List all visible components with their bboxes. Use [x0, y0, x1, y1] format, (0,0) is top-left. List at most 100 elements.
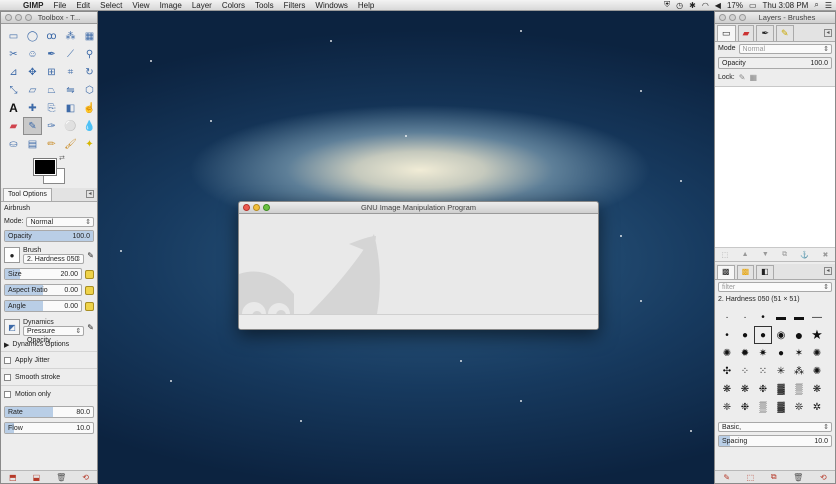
eraser-icon[interactable]: ▰ — [4, 117, 23, 135]
ellipse-select-icon[interactable]: ◯ — [23, 27, 42, 45]
spacing-slider[interactable]: Spacing 10.0 — [718, 435, 832, 447]
raise-layer-icon[interactable]: ▲ — [742, 251, 749, 258]
menu-colors[interactable]: Colors — [217, 0, 250, 11]
heal-icon[interactable]: ✚ — [23, 99, 42, 117]
brush-item[interactable]: ▒ — [754, 398, 772, 416]
duplicate-layer-icon[interactable]: ⧉ — [782, 251, 787, 259]
zoom-button[interactable] — [25, 14, 32, 21]
angle-slider[interactable]: Angle 0.00 — [4, 300, 82, 312]
delete-brush-icon[interactable]: 🗑 — [793, 473, 803, 482]
refresh-brushes-icon[interactable]: ⟲ — [820, 473, 827, 482]
brush-item[interactable]: ✷ — [754, 344, 772, 362]
menu-windows[interactable]: Windows — [310, 0, 352, 11]
brush-item[interactable]: ▬ — [772, 308, 790, 326]
tab-undo[interactable]: ✎ — [775, 24, 794, 41]
zoom-button[interactable] — [739, 14, 746, 21]
tab-menu-icon[interactable]: ◂ — [86, 190, 94, 198]
brush-edit-icon[interactable]: ✎ — [87, 251, 94, 260]
brush-item[interactable]: ⁙ — [754, 362, 772, 380]
clone-icon[interactable]: ⎘ — [42, 99, 61, 117]
tab-patterns[interactable]: ▩ — [736, 264, 755, 279]
battery-icon[interactable]: ▭ — [749, 1, 757, 10]
foreground-color-swatch[interactable] — [33, 158, 57, 176]
brush-item[interactable]: ❉ — [736, 398, 754, 416]
ink-icon[interactable]: ✑ — [42, 117, 61, 135]
brush-item[interactable]: ❋ — [808, 380, 826, 398]
brush-tag-field[interactable]: Basic, — [718, 421, 832, 432]
toolbox-titlebar[interactable]: Toolbox - T... — [1, 12, 97, 24]
paths-icon[interactable]: ✒ — [42, 45, 61, 63]
menubar-clock[interactable]: Thu 3:08 PM — [763, 1, 809, 10]
brush-item[interactable]: ✲ — [808, 398, 826, 416]
tab-menu-icon[interactable]: ◂ — [824, 267, 832, 275]
layers-list[interactable] — [715, 86, 835, 248]
restore-options-icon[interactable]: ⬓ — [33, 473, 41, 482]
brush-item[interactable]: · — [736, 308, 754, 326]
tab-layers[interactable]: ▭ — [717, 24, 736, 41]
menu-app-gimp[interactable]: GIMP — [18, 0, 48, 11]
clock-status-icon[interactable]: ◷ — [676, 1, 683, 10]
menu-file[interactable]: File — [48, 0, 71, 11]
volume-icon[interactable]: ◀ — [715, 1, 721, 10]
brush-item[interactable]: ● — [754, 326, 772, 344]
duplicate-brush-icon[interactable]: ⧉ — [771, 472, 777, 482]
shield-icon[interactable]: ⛨ — [664, 0, 670, 10]
rect-select-icon[interactable]: ▭ — [4, 27, 23, 45]
apply-jitter-checkbox[interactable]: Apply Jitter — [1, 351, 97, 368]
convolve-icon[interactable]: ✦ — [80, 135, 99, 153]
dynamics-field[interactable]: Pressure Opacity — [23, 325, 85, 344]
brush-item[interactable]: ⁂ — [790, 362, 808, 380]
brush-filter-input[interactable]: filter — [718, 281, 832, 292]
flip-icon[interactable]: ⇋ — [61, 81, 80, 99]
shear-icon[interactable]: ▱ — [23, 81, 42, 99]
tab-tool-options[interactable]: Tool Options — [3, 188, 52, 201]
anchor-layer-icon[interactable]: ⚓ — [800, 251, 809, 259]
splash-titlebar[interactable]: GNU Image Manipulation Program — [239, 202, 598, 214]
menu-layer[interactable]: Layer — [187, 0, 217, 11]
smudge-icon[interactable]: ☝ — [80, 99, 99, 117]
minimize-button[interactable] — [253, 204, 260, 211]
close-button[interactable] — [243, 204, 250, 211]
text-icon[interactable]: A — [4, 99, 23, 117]
brush-item[interactable]: ▬ — [790, 308, 808, 326]
brush-item[interactable]: ✳ — [772, 362, 790, 380]
size-reset-icon[interactable] — [85, 269, 94, 279]
lower-layer-icon[interactable]: ▼ — [762, 251, 769, 258]
tab-paths[interactable]: ✒ — [756, 24, 774, 41]
tab-gradients[interactable]: ◧ — [756, 264, 774, 279]
zoom-button[interactable] — [263, 204, 270, 211]
brush-item[interactable]: ● — [790, 326, 808, 344]
edit-brush-icon[interactable]: ✎ — [723, 473, 730, 482]
close-button[interactable] — [719, 14, 726, 21]
dynamics-icon[interactable]: ◩ — [4, 319, 20, 335]
menu-view[interactable]: View — [127, 0, 154, 11]
brush-item[interactable]: ▒ — [790, 380, 808, 398]
tab-menu-icon[interactable]: ◂ — [824, 29, 832, 37]
align-icon[interactable]: ⊞ — [42, 63, 61, 81]
brush-preview-icon[interactable]: ● — [4, 247, 20, 263]
brush-item[interactable]: ❈ — [718, 398, 736, 416]
notification-center-icon[interactable]: ☰ — [825, 1, 832, 10]
brush-item[interactable]: • — [754, 308, 772, 326]
scale-icon[interactable]: ⤡ — [4, 81, 23, 99]
cage-icon[interactable]: ⬡ — [80, 81, 99, 99]
layer-opacity-slider[interactable]: Opacity 100.0 — [718, 57, 832, 69]
paintbrush-icon[interactable]: 🖌 — [61, 135, 80, 153]
brush-item[interactable]: ✺ — [718, 344, 736, 362]
brush-item[interactable]: ✣ — [718, 362, 736, 380]
close-button[interactable] — [5, 14, 12, 21]
brush-item[interactable]: ❋ — [736, 380, 754, 398]
brush-item[interactable]: ● — [736, 326, 754, 344]
menu-edit[interactable]: Edit — [71, 0, 95, 11]
airbrush-icon[interactable]: ✎ — [23, 117, 42, 135]
brush-item[interactable]: ✶ — [790, 344, 808, 362]
delete-layer-icon[interactable]: ✖ — [822, 251, 828, 259]
brush-item[interactable]: ✹ — [736, 344, 754, 362]
brush-grid[interactable]: · · • ▬ ▬ — • ● ● ◉ ● ★ ✺ ✹ ✷ ● ✶ ✺ ✣ ⁘ … — [715, 306, 835, 418]
lock-alpha-icon[interactable]: ▦ — [749, 73, 757, 82]
brush-item[interactable]: ⁘ — [736, 362, 754, 380]
brush-item[interactable]: • — [718, 326, 736, 344]
menu-image[interactable]: Image — [155, 0, 187, 11]
lock-pixels-icon[interactable]: ✎ — [739, 73, 746, 82]
dynamics-options-expander[interactable]: ▶ Dynamics Options — [1, 338, 97, 351]
